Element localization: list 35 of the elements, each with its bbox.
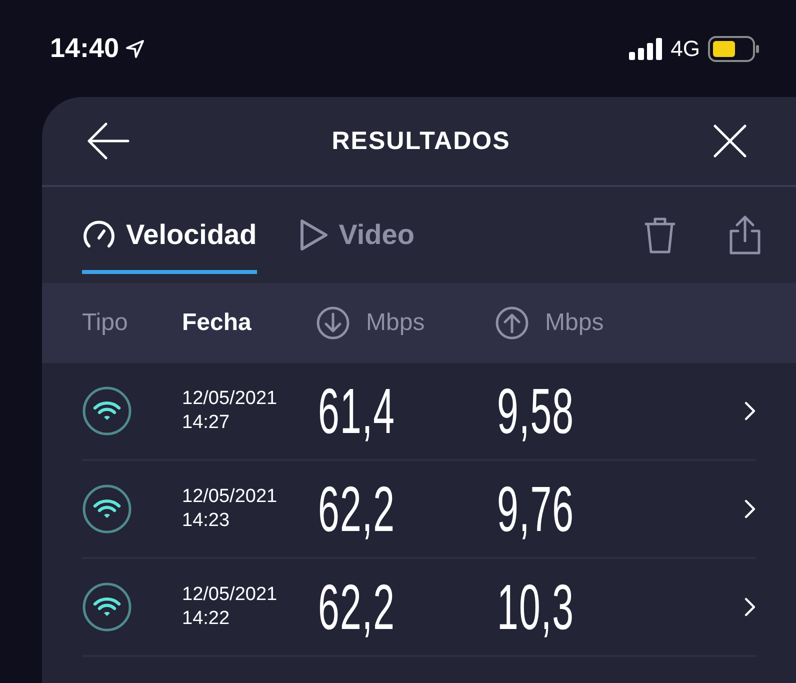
- back-arrow-icon[interactable]: [86, 121, 130, 161]
- chevron-right-icon: [744, 499, 756, 519]
- result-row[interactable]: 12/05/2021 14:23 62,2 9,76: [82, 461, 756, 559]
- tab[interactable]: Velocidad: [82, 196, 257, 274]
- column-header[interactable]: Mbps: [366, 309, 425, 337]
- download-speed: 61,4: [318, 374, 396, 448]
- tab[interactable]: Video: [298, 196, 414, 274]
- upload-speed: 9,58: [497, 374, 574, 448]
- wifi-icon: [82, 386, 132, 436]
- trash-icon[interactable]: [642, 215, 678, 255]
- wifi-icon: [82, 582, 132, 632]
- close-icon[interactable]: [712, 123, 748, 159]
- network-type: 4G: [670, 36, 700, 62]
- column-header[interactable]: Fecha: [182, 309, 316, 337]
- page-title: RESULTADOS: [330, 126, 512, 156]
- result-row[interactable]: 12/05/2021 14:27 61,4 9,58: [82, 363, 756, 461]
- share-icon[interactable]: [728, 215, 762, 255]
- chevron-right-icon: [744, 597, 756, 617]
- download-speed: 62,2: [318, 570, 396, 644]
- column-header[interactable]: Mbps: [545, 309, 604, 337]
- date-time: 12/05/2021 14:23: [182, 485, 278, 533]
- location-arrow-icon: [125, 38, 146, 58]
- signal-icon: [628, 38, 663, 60]
- chevron-right-icon: [744, 401, 756, 421]
- clock-time: 14:40: [50, 33, 120, 64]
- date-time: 12/05/2021 14:22: [182, 583, 278, 631]
- play-icon: [298, 218, 329, 252]
- upload-speed: 10,3: [497, 570, 574, 644]
- column-header[interactable]: Tipo: [82, 309, 182, 337]
- download-speed: 62,2: [318, 472, 396, 546]
- battery-icon: [708, 36, 760, 62]
- result-row[interactable]: 12/05/2021 14:22 62,2 10,3: [82, 559, 756, 657]
- upload-speed: 9,76: [497, 472, 574, 546]
- wifi-icon: [82, 484, 132, 534]
- date-time: 12/05/2021 14:27: [182, 387, 278, 435]
